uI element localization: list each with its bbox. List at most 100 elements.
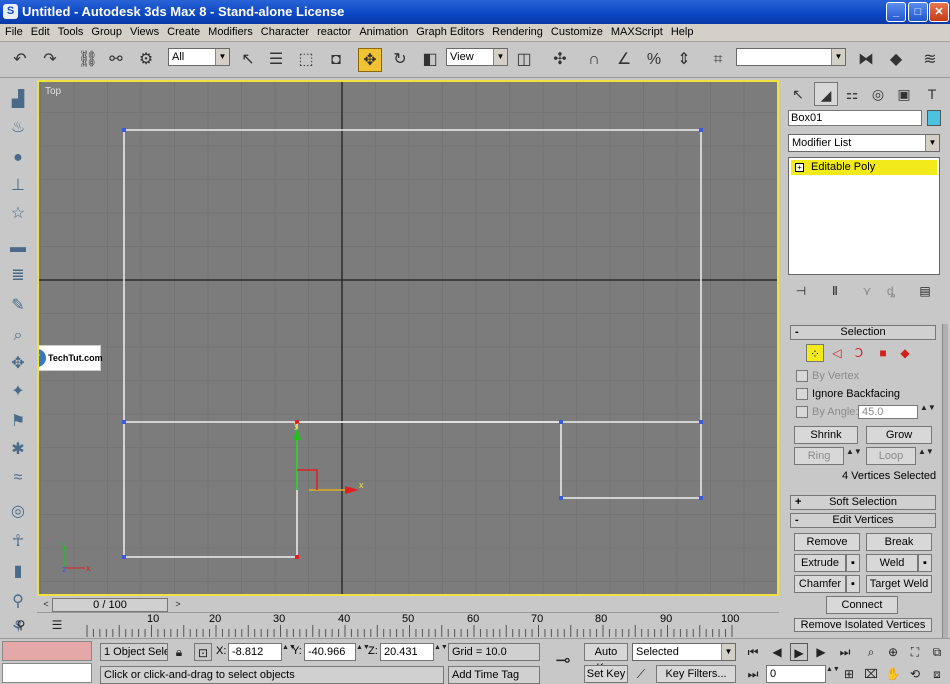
selection-filter-dropdown[interactable]: All ▼ xyxy=(168,48,230,66)
hose-icon[interactable]: ◎ xyxy=(6,500,30,524)
box-icon[interactable]: ▟ xyxy=(6,88,30,112)
key-filters-button[interactable]: Key Filters... xyxy=(656,665,736,683)
pin-stack-icon[interactable]: ⊣ xyxy=(792,282,810,300)
y-spinner-icon[interactable]: ▲▼ xyxy=(356,643,370,661)
set-key-icon[interactable]: ⊸ xyxy=(546,651,580,671)
arc-rotate-icon[interactable]: ⟲ xyxy=(906,665,924,683)
ring-button[interactable]: Ring xyxy=(794,447,844,465)
top-viewport[interactable]: x y y x z Top T TechTut.com xyxy=(37,80,779,596)
spinner-snap-icon[interactable]: ⇕ xyxy=(672,48,696,72)
vertex[interactable] xyxy=(699,128,703,132)
ring-spinner-icon[interactable]: ▲▼ xyxy=(846,447,862,465)
motion-tab-icon[interactable]: ◎ xyxy=(866,82,890,106)
snaps-toggle-icon[interactable]: ∩ xyxy=(582,48,606,72)
extrude-settings-icon[interactable]: ▪ xyxy=(846,554,860,572)
chamfer-settings-icon[interactable]: ▪ xyxy=(846,575,860,593)
time-slider[interactable]: 0 / 100 xyxy=(52,598,168,612)
named-selection-sets-dropdown[interactable]: ▼ xyxy=(736,48,846,66)
coil-icon[interactable]: ≣ xyxy=(6,264,30,288)
add-time-tag-button[interactable]: Add Time Tag xyxy=(448,666,540,684)
edit-vertices-rollout-header[interactable]: - Edit Vertices xyxy=(790,513,936,528)
close-button[interactable]: ✕ xyxy=(929,2,949,22)
plane-icon[interactable]: ⊥ xyxy=(6,174,30,198)
vertex[interactable] xyxy=(699,420,703,424)
undo-icon[interactable]: ↶ xyxy=(8,48,32,72)
play-icon[interactable]: ▶ xyxy=(790,643,808,661)
modifier-stack[interactable]: + Editable Poly xyxy=(788,157,940,275)
mirror-icon[interactable]: ⧓ xyxy=(854,48,878,72)
time-configuration-icon[interactable]: ⊞ xyxy=(840,665,858,683)
go-to-start-icon[interactable]: ⏮ xyxy=(744,643,762,661)
vertex[interactable] xyxy=(559,420,563,424)
minimize-button[interactable]: _ xyxy=(886,2,906,22)
maximize-viewport-icon[interactable]: ⧈ xyxy=(928,665,946,683)
zoom-all-icon[interactable]: ⊕ xyxy=(884,643,902,661)
frame-spinner-icon[interactable]: ▲▼ xyxy=(826,665,840,683)
stack-item-editable-poly[interactable]: + Editable Poly xyxy=(791,160,937,175)
vertex[interactable] xyxy=(122,555,126,559)
selected-vertex[interactable] xyxy=(295,555,299,559)
align-icon[interactable]: ◆ xyxy=(884,48,908,72)
x-coordinate-input[interactable]: -8.812 xyxy=(228,643,282,661)
shrink-button[interactable]: Shrink xyxy=(794,426,858,444)
move-gizmo[interactable]: x y xyxy=(293,420,364,494)
display-tab-icon[interactable]: ▣ xyxy=(892,82,916,106)
zoom-extents-all-icon[interactable]: ⧉ xyxy=(928,643,946,661)
select-and-rotate-icon[interactable]: ↻ xyxy=(388,48,412,72)
menu-character[interactable]: Character xyxy=(256,24,312,38)
spacewarp-icon[interactable]: ⚑ xyxy=(6,410,30,434)
ignore-backfacing-checkbox[interactable] xyxy=(796,388,808,400)
x-spinner-icon[interactable]: ▲▼ xyxy=(282,643,296,661)
create-tab-icon[interactable]: ↖ xyxy=(786,82,810,106)
vertex[interactable] xyxy=(699,496,703,500)
bone-icon[interactable]: ✎ xyxy=(6,294,30,318)
select-and-move-icon[interactable]: ✥ xyxy=(358,48,382,72)
z-coordinate-input[interactable]: 20.431 xyxy=(380,643,434,661)
vertex[interactable] xyxy=(122,128,126,132)
loop-spinner-icon[interactable]: ▲▼ xyxy=(918,447,934,465)
make-unique-icon[interactable]: ⋎ xyxy=(858,282,876,300)
modifier-list-dropdown[interactable]: Modifier List ▼ xyxy=(788,134,940,152)
remove-isolated-vertices-button[interactable]: Remove Isolated Vertices xyxy=(794,618,932,632)
reference-coordinate-dropdown[interactable]: View ▼ xyxy=(446,48,508,66)
current-frame-input[interactable]: 0 xyxy=(766,665,826,683)
lock-selection-icon[interactable]: 🔒︎ xyxy=(170,643,188,661)
z-spinner-icon[interactable]: ▲▼ xyxy=(434,643,448,661)
panel-scrollbar[interactable] xyxy=(942,324,948,640)
menu-reactor[interactable]: reactor xyxy=(312,24,354,38)
app-icon[interactable]: S xyxy=(3,4,18,19)
window-crossing-icon[interactable]: ◘ xyxy=(324,48,348,72)
vertex[interactable] xyxy=(122,420,126,424)
rectangular-selection-icon[interactable]: ⬚ xyxy=(294,48,318,72)
viewport-label[interactable]: Top xyxy=(45,86,61,97)
trackbar-menu-icon[interactable]: ☰ xyxy=(48,616,66,634)
object-name-field[interactable]: Box01 xyxy=(788,110,922,126)
angle-spinner-icon[interactable]: ▲▼ xyxy=(920,404,936,420)
weld-button[interactable]: Weld xyxy=(866,554,918,572)
select-by-name-icon[interactable]: ☰ xyxy=(264,48,288,72)
edit-named-selections-icon[interactable]: ⌗ xyxy=(706,48,730,72)
soft-selection-rollout-header[interactable]: + Soft Selection xyxy=(790,495,936,510)
vertex-mode-icon[interactable]: ⁘ xyxy=(806,344,824,362)
default-in-out-tangents-icon[interactable]: ⟋ xyxy=(632,665,650,683)
cylinder-icon[interactable]: ▮ xyxy=(6,560,30,584)
show-end-result-icon[interactable]: Ⅱ xyxy=(826,282,844,300)
absolute-transform-icon[interactable]: ⊡ xyxy=(194,643,212,661)
slider-right-icon[interactable]: > xyxy=(169,595,187,613)
auto-key-button[interactable]: Auto Key xyxy=(584,643,628,674)
go-to-end-icon[interactable]: ⏭ xyxy=(836,643,854,661)
vertices[interactable] xyxy=(122,128,703,559)
gizmo-x-arrow[interactable] xyxy=(345,486,359,494)
selection-rollout-header[interactable]: - Selection xyxy=(790,325,936,340)
menu-graph-editors[interactable]: Graph Editors xyxy=(411,24,487,38)
hierarchy-tab-icon[interactable]: ⚏ xyxy=(840,82,864,106)
particle-icon[interactable]: ✱ xyxy=(6,438,30,462)
track-bar[interactable]: 10 20 30 40 50 60 70 80 90 100 xyxy=(37,612,779,638)
menu-edit[interactable]: Edit xyxy=(26,24,53,38)
maximize-button[interactable]: □ xyxy=(908,2,928,22)
maxscript-output[interactable] xyxy=(2,663,92,683)
by-vertex-checkbox[interactable] xyxy=(796,370,808,382)
chamfer-button[interactable]: Chamfer xyxy=(794,575,846,593)
set-key-button[interactable]: Set Key xyxy=(584,665,628,683)
remove-modifier-icon[interactable]: ȡ xyxy=(882,282,900,300)
